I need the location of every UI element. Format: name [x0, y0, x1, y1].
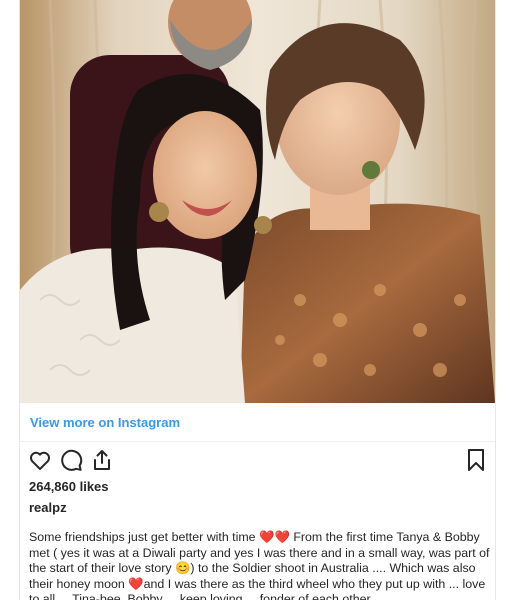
heart-icon[interactable] [28, 448, 52, 472]
instagram-embed-card: View more on Instagram 264,860 likes rea… [19, 0, 496, 600]
likes-count[interactable]: 264,860 likes [29, 479, 109, 494]
comment-icon[interactable] [59, 448, 83, 472]
share-icon[interactable] [90, 448, 114, 472]
view-more-on-instagram-link[interactable]: View more on Instagram [30, 415, 180, 430]
bookmark-icon[interactable] [464, 448, 488, 472]
username[interactable]: realpz [29, 500, 67, 515]
photo-illustration [20, 0, 495, 403]
post-photo[interactable] [20, 0, 495, 403]
divider [20, 441, 495, 442]
action-bar [28, 448, 488, 474]
post-caption: Some friendships just get better with ti… [29, 530, 490, 600]
